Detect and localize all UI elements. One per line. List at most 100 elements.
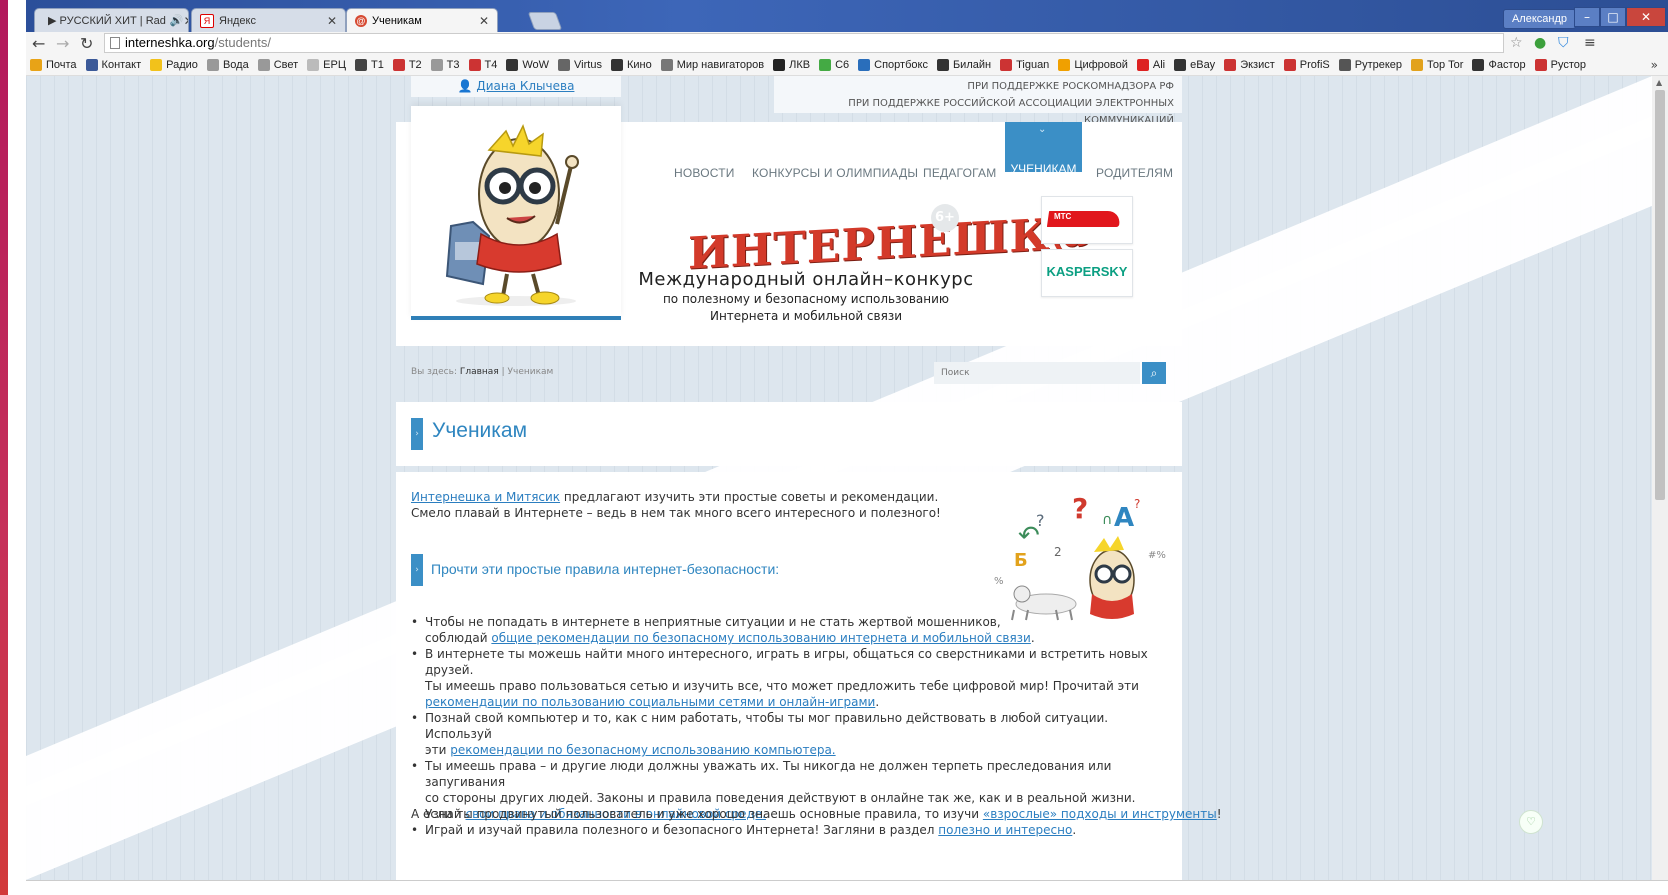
outro-post: ! xyxy=(1216,807,1222,821)
rule-link[interactable]: общие рекомендации по безопасному исполь… xyxy=(491,631,1030,645)
rule-text: Ты имеешь права – и другие люди должны у… xyxy=(425,759,1112,789)
address-bar[interactable]: interneshka.org/students/ xyxy=(104,33,1504,53)
bookmark-label: WoW xyxy=(522,58,550,71)
bookmark-item[interactable]: Фастор xyxy=(1472,58,1526,71)
bookmark-item[interactable]: eBay xyxy=(1174,58,1216,71)
close-window-button[interactable]: ✕ xyxy=(1626,7,1666,27)
bookmark-item[interactable]: Рутрекер xyxy=(1338,58,1402,71)
bookmark-label: eBay xyxy=(1190,58,1216,71)
rule-link[interactable]: рекомендации по пользованию социальными … xyxy=(425,695,875,709)
menu-icon[interactable]: ≡ xyxy=(1584,35,1596,51)
bookmark-label: Вода xyxy=(222,58,249,71)
bookmark-item[interactable]: Цифровой xyxy=(1058,58,1128,71)
bookmark-item[interactable]: WoW xyxy=(506,58,550,71)
search-icon[interactable]: ⌕ xyxy=(1142,362,1166,384)
bookmark-item[interactable]: С6 xyxy=(819,58,849,71)
profile-button[interactable]: Александр xyxy=(1502,9,1576,29)
close-tab-icon[interactable]: ✕ xyxy=(479,14,489,28)
sponsor-kaspersky[interactable]: KASPERSKY xyxy=(1041,249,1133,297)
svg-text:Б: Б xyxy=(1014,550,1028,571)
rule-link[interactable]: рекомендации по безопасному использовани… xyxy=(450,743,835,757)
tab-radio[interactable]: ▶ РУССКИЙ ХИТ | Rad 🔊 ✕ xyxy=(34,8,189,32)
menu-news[interactable]: НОВОСТИ xyxy=(674,166,735,180)
bookmark-item[interactable]: Свет xyxy=(257,58,298,71)
bookmark-icon xyxy=(858,58,871,71)
bookmark-icon xyxy=(1000,58,1013,71)
bookmark-item[interactable]: Кино xyxy=(610,58,652,71)
star-icon[interactable]: ☆ xyxy=(1510,35,1523,51)
bookmark-item[interactable]: ProfiS xyxy=(1283,58,1330,71)
bookmark-item[interactable]: Tiguan xyxy=(1000,58,1049,71)
bookmark-item[interactable]: Радио xyxy=(150,58,198,71)
forward-icon[interactable]: → xyxy=(56,34,69,53)
user-name-link[interactable]: Диана Клычева xyxy=(476,79,574,93)
search-input[interactable] xyxy=(934,362,1140,384)
bookmark-item[interactable]: T4 xyxy=(468,58,497,71)
bookmark-item[interactable]: Virtus xyxy=(558,58,602,71)
scroll-up-icon[interactable]: ▲ xyxy=(1656,78,1662,87)
bookmark-item[interactable]: T1 xyxy=(354,58,384,71)
vertical-scrollbar[interactable]: ▲ xyxy=(1652,76,1668,880)
maximize-button[interactable]: □ xyxy=(1600,7,1626,27)
new-tab-button[interactable] xyxy=(527,12,563,30)
bookmark-item[interactable]: Вода xyxy=(206,58,249,71)
bookmarks-more[interactable]: » xyxy=(1651,58,1658,72)
bookmark-item[interactable]: Почта xyxy=(30,58,77,71)
tab-strip: ▶ РУССКИЙ ХИТ | Rad 🔊 ✕ Я Яндекс ✕ @ Уче… xyxy=(26,0,1668,32)
user-account[interactable]: 👤 Диана Клычева xyxy=(411,76,621,97)
shield-icon[interactable]: ⛉ xyxy=(1558,35,1569,51)
bookmark-icon xyxy=(307,58,320,71)
breadcrumb-text: Вы здесь: Главная | Ученикам xyxy=(411,367,553,377)
bookmark-item[interactable]: T3 xyxy=(430,58,460,71)
bookmark-item[interactable]: Спортбокс xyxy=(858,58,928,71)
bookmark-item[interactable]: Тор Tor xyxy=(1411,58,1463,71)
rule-text: Познай свой компьютер и то, как с ним ра… xyxy=(425,711,1109,741)
bookmark-item[interactable]: Мир навигаторов xyxy=(660,58,764,71)
outro-link[interactable]: «взрослые» подходы и инструменты xyxy=(983,807,1217,821)
svg-text:2: 2 xyxy=(1054,545,1062,559)
list-item: В интернете ты можешь найти много интере… xyxy=(411,646,1171,710)
bookmark-icon xyxy=(610,58,623,71)
bookmark-icon xyxy=(1283,58,1296,71)
back-icon[interactable]: ← xyxy=(32,34,45,53)
bookmark-icon xyxy=(936,58,949,71)
close-tab-icon[interactable]: ✕ xyxy=(184,14,188,28)
bookmark-item[interactable]: Билайн xyxy=(936,58,991,71)
bookmark-item[interactable]: Ali xyxy=(1136,58,1165,71)
bookmark-label: Фастор xyxy=(1488,58,1526,71)
svg-text:%: % xyxy=(994,576,1004,587)
mascot-logo[interactable] xyxy=(411,106,621,320)
breadcrumb-home-link[interactable]: Главная xyxy=(460,367,499,377)
breadcrumb-prefix: Вы здесь: xyxy=(411,367,457,377)
intro-link[interactable]: Интернешка и Митясик xyxy=(411,490,560,504)
minimize-button[interactable]: – xyxy=(1574,7,1600,27)
bookmark-label: ЕРЦ xyxy=(323,58,346,71)
bookmark-item[interactable]: ЛКВ xyxy=(773,58,810,71)
menu-teachers[interactable]: ПЕДАГОГАМ xyxy=(923,166,996,180)
menu-parents[interactable]: РОДИТЕЛЯМ xyxy=(1096,166,1173,180)
extension-icon[interactable]: ● xyxy=(1534,35,1546,51)
bookmark-icon xyxy=(354,58,367,71)
bookmark-item[interactable]: T2 xyxy=(392,58,422,71)
rule-link[interactable]: полезно и интересно xyxy=(938,823,1072,837)
sponsor-mts[interactable]: МТС xyxy=(1041,196,1133,244)
bookmark-icon xyxy=(1174,58,1187,71)
scrollbar-thumb[interactable] xyxy=(1655,90,1665,500)
chevron-down-icon: ⌄ xyxy=(1038,124,1047,135)
tab-yandex[interactable]: Я Яндекс ✕ xyxy=(191,8,346,32)
bookmark-item[interactable]: Экзист xyxy=(1224,58,1275,71)
feedback-icon[interactable]: ♡ xyxy=(1519,810,1543,834)
tab-students[interactable]: @ Ученикам ✕ xyxy=(346,8,498,32)
outro-text: А если ты продвинутый пользователь и уже… xyxy=(411,807,983,821)
menu-contests[interactable]: КОНКУРСЫ И ОЛИМПИАДЫ xyxy=(752,166,918,180)
bookmark-item[interactable]: Контакт xyxy=(85,58,141,71)
close-tab-icon[interactable]: ✕ xyxy=(327,14,337,28)
menu-students[interactable]: ⌄ УЧЕНИКАМ xyxy=(1005,122,1082,172)
bookmark-item[interactable]: Рустор xyxy=(1534,58,1586,71)
bookmark-icon xyxy=(1136,58,1149,71)
bookmark-item[interactable]: ЕРЦ xyxy=(307,58,346,71)
bookmark-label: ProfiS xyxy=(1299,58,1330,71)
user-icon: 👤 xyxy=(457,79,473,93)
reload-icon[interactable]: ↻ xyxy=(80,34,93,53)
audio-icon[interactable]: 🔊 xyxy=(170,14,184,27)
